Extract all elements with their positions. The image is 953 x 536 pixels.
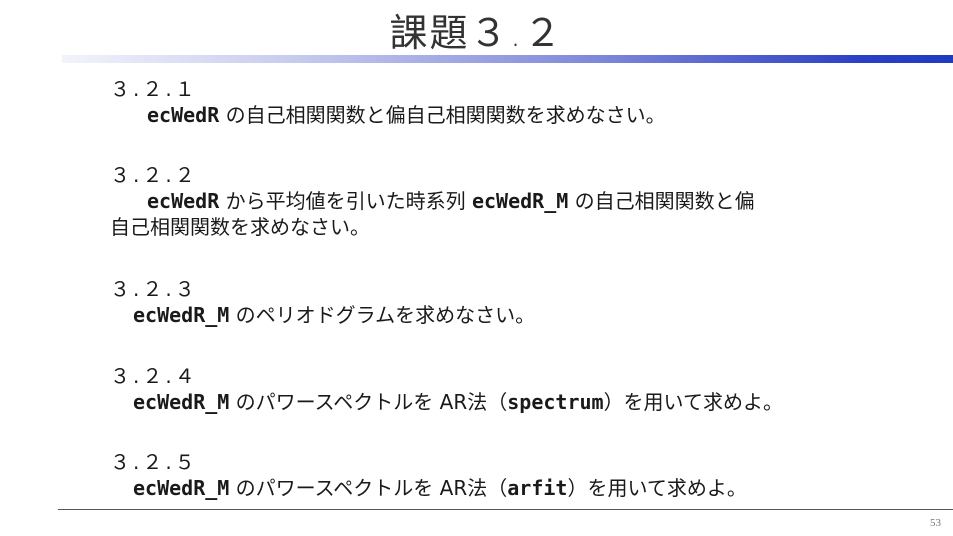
task-description: ecWedR_M のパワースペクトルを AR法（spectrum）を用いて求めよ… bbox=[110, 389, 783, 415]
title-underline bbox=[62, 55, 953, 63]
task-number: ３.２.２ bbox=[110, 163, 198, 187]
variable-name: ecWedR_M bbox=[133, 390, 230, 414]
task-description: ecWedR の自己相関関数と偏自己相関関数を求めなさい。 bbox=[110, 102, 666, 128]
slide-title: 課題３.２ bbox=[389, 11, 564, 55]
task-text: ）を用いて求めよ。 bbox=[603, 390, 783, 414]
page-number: 53 bbox=[930, 517, 941, 529]
task-text: ）を用いて求めよ。 bbox=[567, 476, 747, 500]
variable-name: ecWedR_M bbox=[133, 303, 230, 327]
variable-name: ecWedR_M bbox=[133, 476, 230, 500]
variable-name: ecWedR_M bbox=[471, 189, 569, 213]
task-text-continued: 自己相関関数を求めなさい。 bbox=[110, 215, 370, 239]
task-description: ecWedR から平均値を引いた時系列 ecWedR_M の自己相関関数と偏 bbox=[110, 188, 755, 214]
task-3-2-3: ３.２.３ ecWedR_M のペリオドグラムを求めなさい。 bbox=[110, 276, 535, 328]
task-text: の自己相関関数と偏自己相関関数を求めなさい。 bbox=[219, 103, 666, 127]
function-name: arfit bbox=[507, 476, 568, 500]
task-text: のパワースペクトルを AR法（ bbox=[229, 390, 508, 414]
task-description: ecWedR_M のペリオドグラムを求めなさい。 bbox=[110, 302, 535, 328]
task-number: ３.２.１ bbox=[110, 77, 198, 101]
variable-name: ecWedR bbox=[147, 189, 220, 213]
task-text: のパワースペクトルを AR法（ bbox=[229, 476, 508, 500]
task-3-2-1: ３.２.１ ecWedR の自己相関関数と偏自己相関関数を求めなさい。 bbox=[110, 76, 666, 128]
task-number: ３.２.５ bbox=[110, 450, 198, 474]
task-text: から平均値を引いた時系列 bbox=[219, 189, 472, 213]
task-3-2-4: ３.２.４ ecWedR_M のパワースペクトルを AR法（spectrum）を… bbox=[110, 363, 783, 415]
variable-name: ecWedR bbox=[147, 103, 220, 127]
task-3-2-2: ３.２.２ ecWedR から平均値を引いた時系列 ecWedR_M の自己相関… bbox=[110, 162, 755, 240]
footer-divider bbox=[58, 509, 953, 510]
task-3-2-5: ３.２.５ ecWedR_M のパワースペクトルを AR法（arfit）を用いて… bbox=[110, 449, 747, 501]
task-text: の自己相関関数と偏 bbox=[568, 189, 755, 213]
task-text: のペリオドグラムを求めなさい。 bbox=[229, 303, 536, 327]
task-description: ecWedR_M のパワースペクトルを AR法（arfit）を用いて求めよ。 bbox=[110, 475, 747, 501]
function-name: spectrum bbox=[507, 390, 604, 414]
task-number: ３.２.４ bbox=[110, 364, 198, 388]
task-number: ３.２.３ bbox=[110, 277, 198, 301]
